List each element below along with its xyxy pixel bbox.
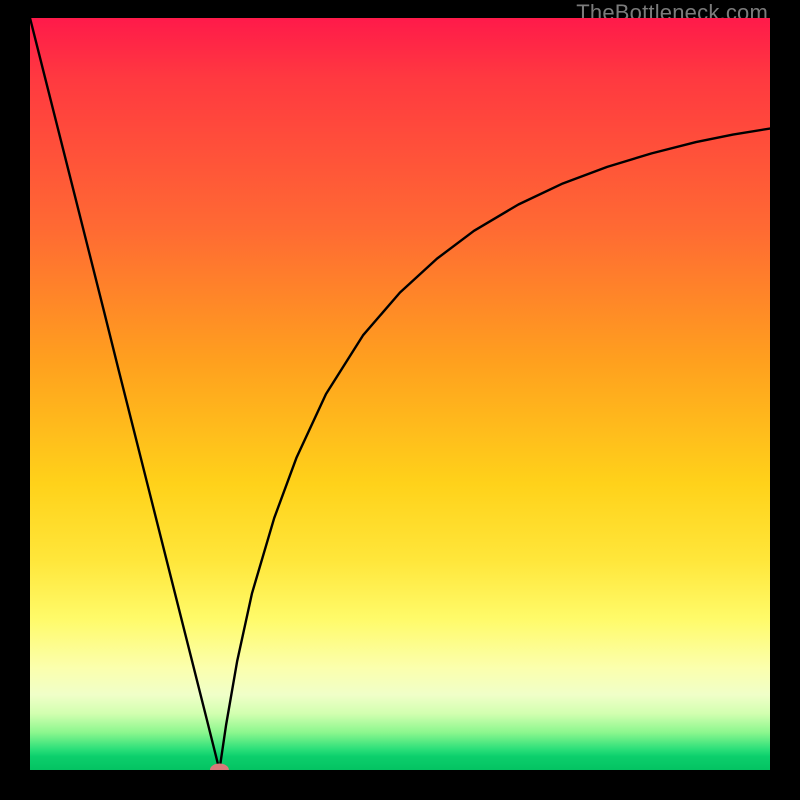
chart-svg [30, 18, 770, 770]
curve-right-branch [219, 129, 770, 770]
chart-plot-area [30, 18, 770, 770]
curve-left-branch [30, 18, 219, 770]
minimum-marker [210, 764, 228, 770]
chart-frame: TheBottleneck.com [0, 0, 800, 800]
